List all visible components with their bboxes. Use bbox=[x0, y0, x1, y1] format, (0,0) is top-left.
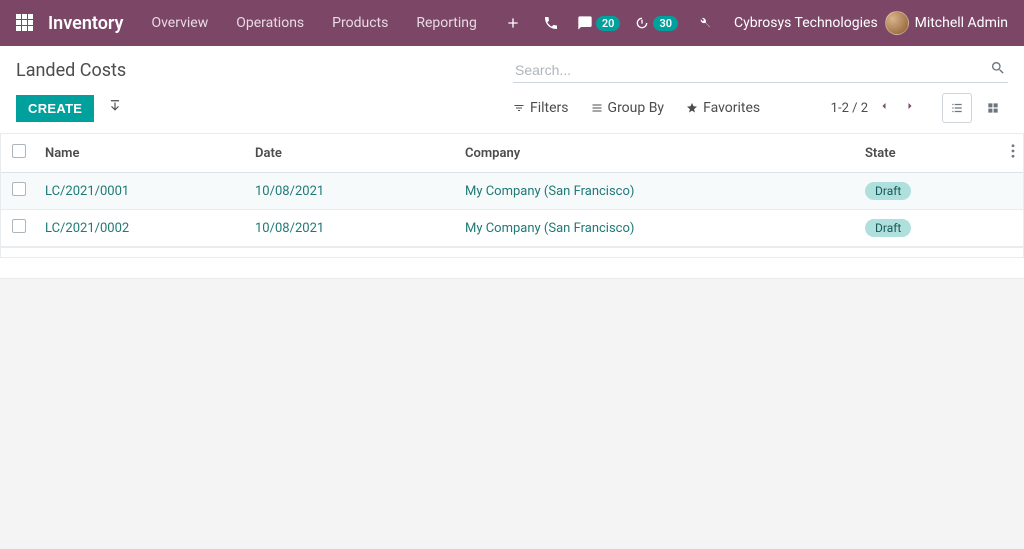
search-input[interactable] bbox=[513, 58, 1008, 83]
row-checkbox[interactable] bbox=[12, 219, 26, 233]
download-icon[interactable] bbox=[108, 99, 122, 117]
view-list-button[interactable] bbox=[942, 93, 972, 123]
view-kanban-button[interactable] bbox=[978, 93, 1008, 123]
search-icon[interactable] bbox=[990, 60, 1006, 80]
data-table: Name Date Company State LC/2021/0001 10/… bbox=[1, 134, 1023, 247]
messages-icon[interactable]: 20 bbox=[577, 15, 621, 31]
cell-date: 10/08/2021 bbox=[255, 184, 324, 199]
state-badge: Draft bbox=[865, 182, 911, 200]
control-panel: Landed Costs CREATE Filters Group By Fav… bbox=[0, 46, 1024, 134]
col-header-state[interactable]: State bbox=[857, 134, 987, 173]
messages-badge: 20 bbox=[596, 16, 621, 31]
table-row[interactable]: LC/2021/0001 10/08/2021 My Company (San … bbox=[1, 173, 1023, 210]
breadcrumb: Landed Costs bbox=[16, 60, 126, 81]
filters-label: Filters bbox=[530, 100, 569, 116]
cell-company: My Company (San Francisco) bbox=[465, 184, 634, 199]
nav-products[interactable]: Products bbox=[332, 15, 388, 31]
pager-range: 1-2 / 2 bbox=[831, 101, 868, 116]
select-all-checkbox[interactable] bbox=[12, 144, 26, 158]
cell-name[interactable]: LC/2021/0001 bbox=[45, 184, 129, 199]
company-selector[interactable]: Cybrosys Technologies bbox=[734, 15, 878, 31]
search-box bbox=[513, 58, 1008, 83]
cell-date: 10/08/2021 bbox=[255, 221, 324, 236]
cell-company: My Company (San Francisco) bbox=[465, 221, 634, 236]
col-header-date[interactable]: Date bbox=[247, 134, 457, 173]
pager: 1-2 / 2 bbox=[831, 93, 1008, 123]
create-button[interactable]: CREATE bbox=[16, 95, 94, 122]
user-menu[interactable]: Mitchell Admin bbox=[885, 11, 1008, 35]
user-name: Mitchell Admin bbox=[915, 15, 1008, 31]
col-header-name[interactable]: Name bbox=[37, 134, 247, 173]
nav-operations[interactable]: Operations bbox=[236, 15, 304, 31]
nav-overview[interactable]: Overview bbox=[151, 15, 208, 31]
apps-icon[interactable] bbox=[16, 14, 34, 32]
groupby-label: Group By bbox=[608, 100, 665, 116]
table-row[interactable]: LC/2021/0002 10/08/2021 My Company (San … bbox=[1, 210, 1023, 247]
plus-icon[interactable] bbox=[505, 15, 521, 31]
avatar bbox=[885, 11, 909, 35]
column-options-icon[interactable] bbox=[1011, 147, 1015, 162]
filters-button[interactable]: Filters bbox=[513, 100, 569, 116]
row-checkbox[interactable] bbox=[12, 182, 26, 196]
pager-prev[interactable] bbox=[878, 100, 890, 116]
col-header-company[interactable]: Company bbox=[457, 134, 857, 173]
state-badge: Draft bbox=[865, 219, 911, 237]
groupby-button[interactable]: Group By bbox=[591, 100, 665, 116]
nav-reporting[interactable]: Reporting bbox=[416, 15, 477, 31]
pager-next[interactable] bbox=[904, 100, 916, 116]
app-brand[interactable]: Inventory bbox=[48, 13, 123, 34]
activities-badge: 30 bbox=[653, 16, 678, 31]
nav-menu: Overview Operations Products Reporting bbox=[151, 15, 504, 31]
favorites-label: Favorites bbox=[703, 100, 760, 116]
tools-icon[interactable] bbox=[696, 15, 712, 31]
phone-icon[interactable] bbox=[543, 15, 559, 31]
favorites-button[interactable]: Favorites bbox=[686, 100, 760, 116]
list-view: Name Date Company State LC/2021/0001 10/… bbox=[0, 134, 1024, 248]
empty-area bbox=[0, 278, 1024, 549]
cell-name[interactable]: LC/2021/0002 bbox=[45, 221, 129, 236]
navbar: Inventory Overview Operations Products R… bbox=[0, 0, 1024, 46]
activities-icon[interactable]: 30 bbox=[634, 15, 678, 31]
